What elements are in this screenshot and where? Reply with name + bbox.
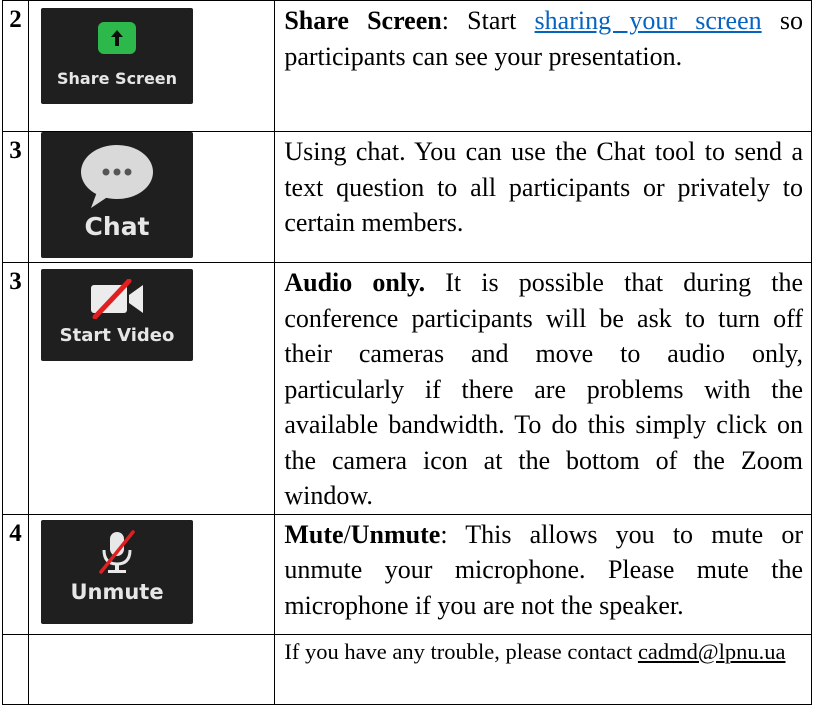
- arrow-up-icon: [111, 30, 124, 46]
- table-row: 4 Unmute Mute/Unmute: This allows you to…: [1, 513, 812, 635]
- tile-label: Unmute: [70, 579, 164, 604]
- contact-email-link[interactable]: cadmd@lpnu.ua: [638, 639, 786, 664]
- tile-label: Chat: [84, 212, 150, 241]
- document-page: 2 Share Screen Share Screen: Start shari…: [0, 0, 817, 705]
- icon-cell: Share Screen: [28, 0, 276, 132]
- share-screen-button[interactable]: Share Screen: [41, 8, 194, 104]
- start-video-button[interactable]: Start Video: [41, 269, 194, 361]
- chat-bubble-icon: [81, 145, 154, 208]
- chat-button[interactable]: Chat: [41, 132, 194, 258]
- row-description: Mute/Unmute: This allows you to mute or …: [274, 513, 812, 635]
- description-text: : Start: [441, 6, 535, 35]
- video-off-icon: [91, 279, 144, 319]
- table-row: If you have any trouble, please contact …: [1, 633, 812, 705]
- row-number: [1, 633, 30, 705]
- row-description: Audio only. It is possible that during t…: [274, 262, 812, 515]
- description-text: It is possible that during the conferenc…: [284, 268, 803, 510]
- title-separator: /: [343, 519, 351, 549]
- feature-title: Unmute: [350, 519, 441, 549]
- row-number: 3: [1, 262, 30, 515]
- row-description: Share Screen: Start sharing your screen …: [274, 0, 812, 132]
- icon-cell: Chat: [28, 131, 276, 263]
- table-row: 3 Chat Using chat. You can use the Chat …: [1, 131, 812, 263]
- contact-text: If you have any trouble, please contact: [284, 638, 638, 664]
- share-screen-icon: [98, 22, 137, 54]
- feature-table: 2 Share Screen Share Screen: Start shari…: [1, 0, 812, 705]
- feature-title: Share Screen: [284, 6, 442, 35]
- icon-cell: Unmute: [28, 513, 276, 635]
- table-row: 2 Share Screen Share Screen: Start shari…: [1, 0, 812, 132]
- row-number: 4: [1, 513, 30, 635]
- feature-title: Mute: [284, 519, 344, 549]
- row-number: 2: [1, 0, 30, 132]
- icon-cell: [28, 633, 276, 705]
- icon-cell: Start Video: [28, 262, 276, 515]
- feature-title: Audio only.: [284, 268, 426, 297]
- row-number: 3: [1, 131, 30, 263]
- tile-label: Start Video: [59, 325, 175, 346]
- tile-label: Share Screen: [57, 69, 178, 88]
- sharing-screen-link[interactable]: sharing your screen: [535, 6, 762, 35]
- contact-description: If you have any trouble, please contact …: [274, 633, 812, 705]
- microphone-muted-icon: [99, 529, 135, 574]
- unmute-button[interactable]: Unmute: [41, 519, 194, 624]
- row-description: Using chat. You can use the Chat tool to…: [274, 131, 812, 263]
- table-row: 3 Start Video Audio only. It is possible…: [1, 262, 812, 515]
